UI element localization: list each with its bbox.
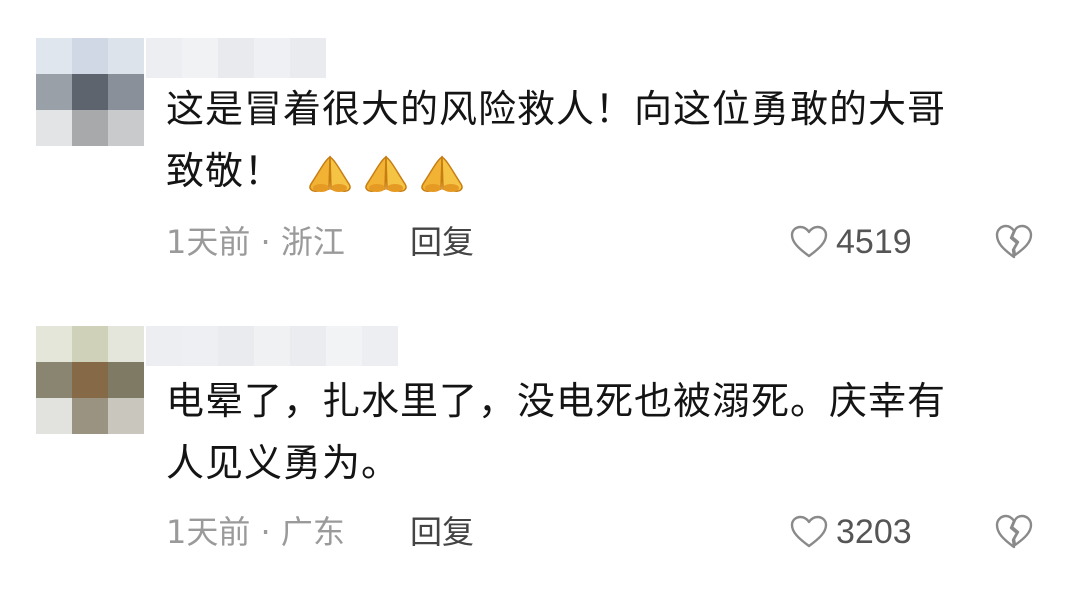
username-blurred[interactable] xyxy=(146,38,326,78)
comment-item: 电晕了，扎水里了，没电死也被溺死。庆幸有 人见义勇为。 1天前 · 广东 回复 … xyxy=(0,300,1080,596)
reply-button[interactable]: 回复 xyxy=(410,510,474,554)
emoji-group xyxy=(305,154,467,194)
comment-item: 这是冒着很大的风险救人！向这位勇敢的大哥 致敬！ 1天前 · 浙江 回复 451… xyxy=(0,0,1080,300)
comment-text-line: 电晕了，扎水里了，没电死也被溺死。庆幸有 xyxy=(166,379,947,423)
heart-icon xyxy=(790,225,828,258)
heart-icon xyxy=(790,515,828,548)
broken-heart-icon[interactable] xyxy=(994,512,1034,552)
pray-icon xyxy=(309,155,351,192)
avatar[interactable] xyxy=(36,326,144,434)
comment-meta: 1天前 · 广东 xyxy=(166,513,345,551)
comment-text-line-end: 致敬！ xyxy=(166,149,284,193)
like-button[interactable]: 3203 xyxy=(790,510,912,554)
username-blurred[interactable] xyxy=(146,326,398,366)
comment-text: 电晕了，扎水里了，没电死也被溺死。庆幸有 人见义勇为。 xyxy=(166,370,1026,494)
broken-heart-icon[interactable] xyxy=(994,222,1034,262)
comment-text-line: 人见义勇为。 xyxy=(166,441,401,485)
pray-icon xyxy=(421,155,463,192)
comment-list: 这是冒着很大的风险救人！向这位勇敢的大哥 致敬！ 1天前 · 浙江 回复 451… xyxy=(0,0,1080,596)
comment-text-line: 这是冒着很大的风险救人！向这位勇敢的大哥 xyxy=(166,87,947,131)
like-count: 3203 xyxy=(836,512,912,551)
pray-icon xyxy=(365,155,407,192)
avatar[interactable] xyxy=(36,38,144,146)
reply-button[interactable]: 回复 xyxy=(410,220,474,264)
comment-meta: 1天前 · 浙江 xyxy=(166,223,345,261)
like-button[interactable]: 4519 xyxy=(790,220,912,264)
comment-text-line: 致敬！ xyxy=(166,140,1026,202)
comment-text: 这是冒着很大的风险救人！向这位勇敢的大哥 致敬！ xyxy=(166,78,1026,202)
like-count: 4519 xyxy=(836,222,912,261)
